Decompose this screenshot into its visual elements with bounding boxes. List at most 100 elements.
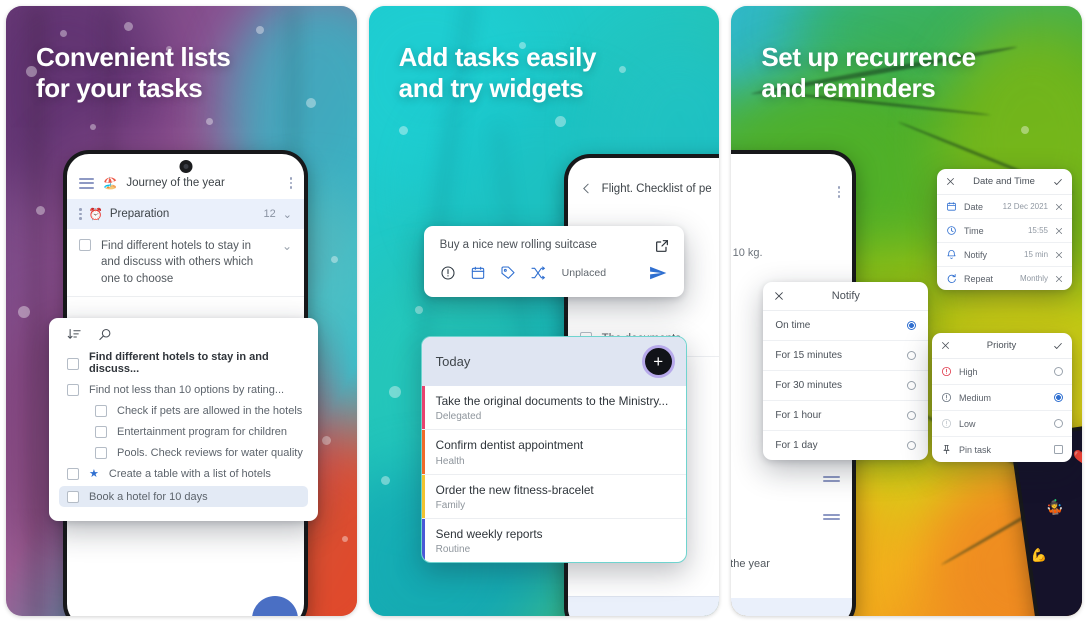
- priority-icon[interactable]: [440, 265, 456, 281]
- overflow-menu-icon[interactable]: [837, 186, 841, 198]
- radio[interactable]: [907, 411, 917, 420]
- drag-handle-icon[interactable]: [823, 476, 841, 478]
- close-icon[interactable]: [941, 341, 950, 350]
- dialog-row-date[interactable]: Date 12 Dec 2021: [937, 195, 1073, 219]
- notify-option[interactable]: On time: [763, 311, 929, 341]
- overlay-list-item[interactable]: Entertainment program for children: [49, 421, 318, 442]
- back-icon[interactable]: [580, 182, 593, 195]
- notify-option[interactable]: For 30 minutes: [763, 371, 929, 401]
- widget-task-subtitle: Family: [435, 499, 466, 511]
- widget-task-subtitle: Delegated: [435, 411, 482, 423]
- quick-add-toolbar: Unplaced: [424, 257, 684, 297]
- widget-task-title: Send weekly reports: [435, 526, 543, 541]
- search-icon[interactable]: [98, 327, 113, 342]
- overflow-menu-icon[interactable]: [289, 177, 292, 189]
- radio[interactable]: [1054, 367, 1064, 376]
- close-icon[interactable]: [774, 291, 784, 301]
- widget-task-row[interactable]: Order the new fitness-bracelet Family: [421, 474, 686, 519]
- front-camera-notch: [179, 160, 192, 173]
- overlay-list-item[interactable]: Find not less than 10 options by rating.…: [49, 379, 318, 400]
- sort-icon[interactable]: [67, 327, 82, 342]
- overlay-list-item[interactable]: ★ Create a table with a list of hotels: [49, 463, 318, 484]
- app-store-screenshot-gallery: Convenient lists for your tasks 🏖️ Journ…: [0, 0, 1088, 622]
- priority-option-low[interactable]: Low: [932, 411, 1073, 437]
- task-checkbox[interactable]: [67, 491, 79, 503]
- radio-selected[interactable]: [1054, 393, 1064, 402]
- widget-task-row[interactable]: Confirm dentist appointment Health: [421, 430, 686, 475]
- chevron-down-icon[interactable]: ⌄: [282, 238, 292, 255]
- emoji-word: Wor: [1081, 575, 1082, 599]
- radio[interactable]: [907, 381, 917, 390]
- task-checkbox[interactable]: [95, 426, 107, 438]
- widget-task-title: Order the new fitness-bracelet: [435, 482, 594, 497]
- widget-task-row[interactable]: Send weekly reports Routine: [421, 518, 686, 563]
- check-icon[interactable]: [1053, 341, 1063, 351]
- overlay-item-label: Create a table with a list of hotels: [108, 467, 271, 480]
- task-checkbox[interactable]: [67, 384, 79, 396]
- chevron-down-icon[interactable]: ⌄: [283, 208, 292, 221]
- bottom-nav-bar[interactable]: [731, 598, 853, 616]
- notify-option-label: For 1 hour: [775, 410, 822, 421]
- task-checkbox[interactable]: [95, 447, 107, 459]
- row-label: Date: [964, 201, 984, 212]
- menu-icon[interactable]: [79, 177, 94, 189]
- notify-option-label: For 15 minutes: [775, 350, 843, 361]
- overlay-list-item[interactable]: Pools. Check reviews for water quality: [49, 442, 318, 463]
- task-checkbox[interactable]: [95, 405, 107, 417]
- radio-selected[interactable]: [907, 321, 917, 330]
- dialog-row-repeat[interactable]: Repeat Monthly: [937, 267, 1072, 290]
- external-link-icon[interactable]: [654, 238, 670, 254]
- task-row[interactable]: Find different hotels to stay in and dis…: [67, 229, 304, 297]
- overlay-list-item[interactable]: Find different hotels to stay in and dis…: [49, 347, 318, 379]
- clear-icon[interactable]: [1055, 251, 1063, 259]
- checkbox[interactable]: [1054, 445, 1064, 454]
- radio[interactable]: [907, 351, 917, 360]
- priority-option-high[interactable]: High: [932, 359, 1073, 385]
- plus-icon[interactable]: +: [644, 348, 672, 375]
- notify-option-label: For 1 day: [775, 440, 818, 451]
- fab-add-task[interactable]: [252, 596, 298, 616]
- overlay-list-item[interactable]: Check if pets are allowed in the hotels: [49, 400, 318, 421]
- notify-option[interactable]: For 1 hour: [763, 401, 929, 431]
- dialog-header: Date and Time: [937, 169, 1073, 195]
- overlay-list-item-selected[interactable]: Book a hotel for 10 days: [59, 486, 308, 507]
- notify-option[interactable]: For 15 minutes: [763, 341, 929, 371]
- group-row-preparation[interactable]: ⏰ Preparation 12 ⌄: [67, 199, 304, 229]
- dialog-row-time[interactable]: Time 15:55: [937, 219, 1073, 243]
- radio[interactable]: [907, 441, 917, 450]
- radio[interactable]: [1054, 419, 1064, 428]
- task-checkbox[interactable]: [67, 468, 79, 480]
- shuffle-icon[interactable]: [530, 265, 546, 281]
- dialog-title: Notify: [831, 290, 860, 302]
- bottom-nav-bar[interactable]: [567, 596, 720, 616]
- quick-add-input[interactable]: Buy a nice new rolling suitcase: [424, 226, 684, 257]
- task-checkbox[interactable]: [67, 357, 79, 370]
- place-label[interactable]: Unplaced: [562, 267, 606, 279]
- priority-label: Low: [959, 418, 976, 429]
- today-widget: Today + Take the original documents to t…: [420, 336, 687, 564]
- drag-handle-icon[interactable]: [79, 208, 82, 220]
- task-detail-overlay: Find different hotels to stay in and dis…: [49, 318, 318, 521]
- send-icon[interactable]: [648, 263, 668, 283]
- notify-option[interactable]: For 1 day: [763, 431, 928, 460]
- dialog-header: Priority: [932, 333, 1073, 359]
- widget-title: Today: [435, 354, 471, 369]
- clear-icon[interactable]: [1055, 203, 1063, 211]
- category-color-bar: [421, 430, 425, 474]
- row-value: 15:55: [1027, 226, 1049, 235]
- calendar-icon[interactable]: [470, 265, 486, 281]
- drag-handle-icon[interactable]: [823, 514, 841, 516]
- clear-icon[interactable]: [1055, 275, 1063, 283]
- widget-task-row[interactable]: Take the original documents to the Minis…: [421, 386, 686, 431]
- priority-option-medium[interactable]: Medium: [932, 385, 1073, 411]
- clear-icon[interactable]: [1055, 227, 1063, 235]
- dialog-row-notify[interactable]: Notify 15 min: [937, 243, 1073, 267]
- content-line: urney of the year: [731, 558, 770, 570]
- panel-add-tasks-easily: Add tasks easily and try widgets Flight.…: [368, 6, 720, 616]
- emoji-person: 🤹: [1044, 497, 1065, 517]
- task-checkbox[interactable]: [79, 239, 91, 251]
- priority-option-pin[interactable]: Pin task: [932, 437, 1072, 462]
- check-icon[interactable]: [1053, 177, 1063, 187]
- tag-icon[interactable]: [500, 265, 516, 281]
- close-icon[interactable]: [946, 177, 955, 186]
